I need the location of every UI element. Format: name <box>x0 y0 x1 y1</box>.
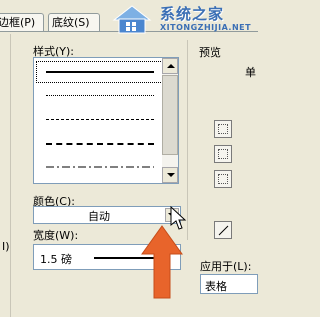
top-border-button[interactable] <box>214 120 232 138</box>
mouse-cursor-icon <box>170 206 187 230</box>
pointer-arrow-icon <box>141 225 183 299</box>
width-label: 宽度(W): <box>33 229 79 242</box>
line-style-dotted[interactable] <box>46 95 154 96</box>
arrow-up-icon <box>167 64 175 68</box>
color-value: 自动 <box>88 210 110 223</box>
preview-label: 预览 <box>199 46 221 59</box>
line-style-dash-dot[interactable] <box>46 165 154 169</box>
line-style-dashed[interactable] <box>46 143 154 145</box>
apply-to-value: 表格 <box>205 280 227 293</box>
arrow-down-icon <box>167 173 175 177</box>
preview-hint: 单 <box>245 66 256 79</box>
tab-shading[interactable]: 底纹(S) <box>48 13 100 31</box>
scroll-thumb[interactable] <box>162 75 178 155</box>
scroll-down-button[interactable] <box>162 167 178 183</box>
tab-borders-label: 边框(P) <box>0 16 36 29</box>
left-panel-edge <box>0 34 11 317</box>
left-edge-label: I) <box>2 240 10 253</box>
style-scrollbar[interactable] <box>162 58 178 183</box>
middle-border-button[interactable] <box>214 145 232 163</box>
width-value: 1.5 磅 <box>40 253 72 266</box>
diagonal-line-icon <box>218 225 229 236</box>
watermark-title: 系统之家 <box>160 5 225 23</box>
scroll-up-button[interactable] <box>162 58 178 74</box>
line-style-solid[interactable] <box>46 71 154 73</box>
color-dropdown[interactable]: 自动 <box>33 206 181 224</box>
tab-shading-label: 底纹(S) <box>52 16 90 29</box>
tab-borders[interactable]: 边框(P) <box>0 13 44 31</box>
line-style-dashed-fine[interactable] <box>46 119 154 120</box>
bottom-border-button[interactable] <box>214 170 232 188</box>
watermark-logo <box>112 5 152 34</box>
diagonal-border-button[interactable] <box>214 221 232 239</box>
watermark-url: XITONGZHIJIA.NET <box>160 23 252 32</box>
style-list[interactable] <box>33 57 179 184</box>
apply-to-dropdown[interactable]: 表格 <box>200 274 258 294</box>
apply-to-label: 应用于(L): <box>200 260 252 273</box>
